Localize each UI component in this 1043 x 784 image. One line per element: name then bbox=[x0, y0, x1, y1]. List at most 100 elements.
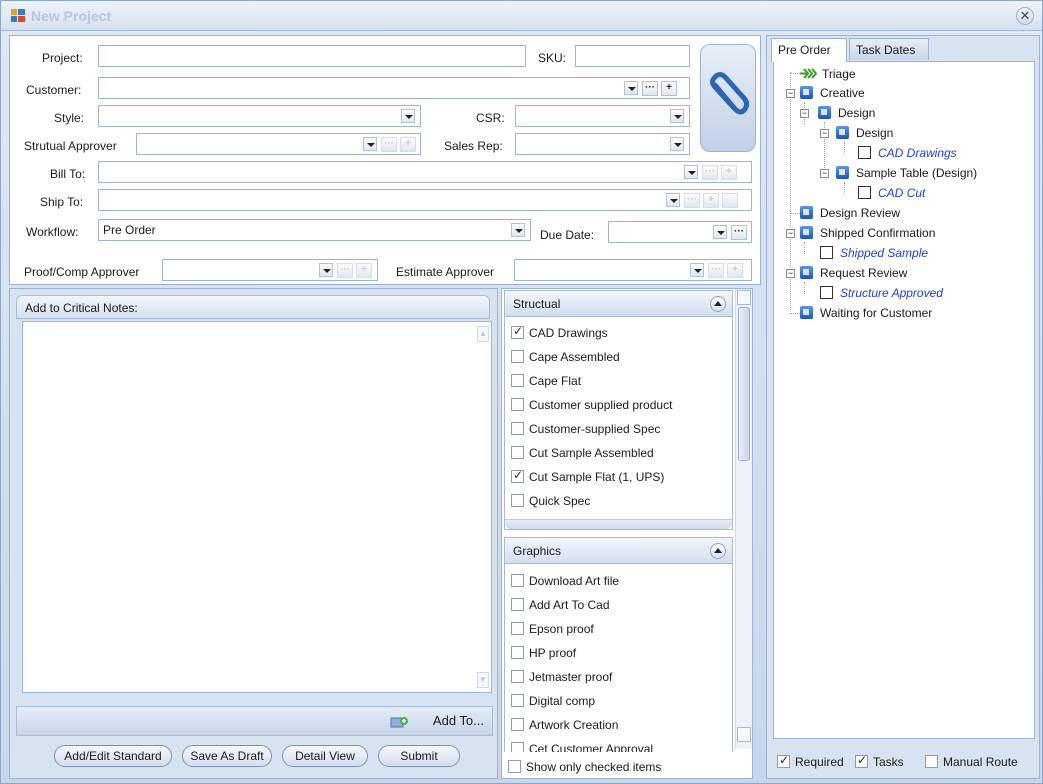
project-label: Project: bbox=[42, 51, 83, 65]
checkbox-icon bbox=[508, 760, 521, 773]
add-to-button[interactable]: Add To... bbox=[433, 713, 484, 728]
structural-approver-dropdown-icon[interactable] bbox=[363, 137, 377, 151]
ship-to-browse-button[interactable]: ··· bbox=[684, 193, 700, 208]
customer-label: Customer: bbox=[26, 83, 82, 97]
due-date-dropdown-icon[interactable] bbox=[713, 225, 727, 239]
estimate-approver-add-button[interactable]: + bbox=[727, 263, 743, 278]
close-button[interactable]: ✕ bbox=[1016, 7, 1034, 25]
due-date-picker[interactable]: ··· bbox=[608, 221, 752, 243]
estimate-approver-browse-button[interactable]: ··· bbox=[708, 263, 724, 278]
collapse-toggle-icon[interactable]: − bbox=[786, 229, 795, 238]
tab-task-dates[interactable]: Task Dates bbox=[849, 38, 929, 60]
proof-approver-dropdown-icon[interactable] bbox=[319, 263, 333, 277]
style-label: Style: bbox=[54, 111, 85, 125]
structure-approved-label: Structure Approved bbox=[840, 286, 943, 300]
checkbox-icon bbox=[511, 742, 524, 752]
checklist-scrollbar[interactable] bbox=[735, 289, 752, 749]
design-review-label: Design Review bbox=[820, 206, 901, 220]
checkbox-icon bbox=[855, 753, 868, 768]
project-form: Project: SKU: Customer: ··· + Style: CSR… bbox=[9, 35, 761, 285]
style-select[interactable] bbox=[98, 105, 421, 127]
collapse-toggle-icon[interactable]: − bbox=[800, 109, 809, 118]
tasks-label: Tasks bbox=[873, 755, 904, 769]
customer-select[interactable]: ··· + bbox=[98, 77, 690, 99]
scrollbar-thumb[interactable] bbox=[738, 307, 750, 461]
sales-rep-label: Sales Rep: bbox=[444, 139, 503, 153]
scroll-down-icon[interactable]: ▼ bbox=[477, 672, 489, 688]
triage-label: Triage bbox=[822, 67, 856, 81]
checkbox-icon[interactable] bbox=[820, 246, 833, 259]
proof-approver-select[interactable]: ··· + bbox=[162, 259, 378, 281]
save-as-draft-button[interactable]: Save As Draft bbox=[182, 745, 272, 767]
estimate-approver-dropdown-icon[interactable] bbox=[690, 263, 704, 277]
route-arrow-icon bbox=[800, 68, 818, 79]
tab-pre-order[interactable]: Pre Order bbox=[771, 38, 847, 62]
checkbox-icon bbox=[511, 350, 524, 363]
scroll-up-icon[interactable] bbox=[737, 290, 751, 305]
collapse-toggle-icon[interactable]: − bbox=[786, 269, 795, 278]
checklist-panel: Structual CAD Drawings Cape Assembled Cape… bbox=[501, 288, 753, 779]
checkbox-icon bbox=[511, 494, 524, 507]
sales-rep-dropdown-icon[interactable] bbox=[670, 137, 684, 151]
structural-approver-browse-button[interactable]: ··· bbox=[381, 137, 397, 152]
critical-notes-textarea[interactable]: ▲ ▼ bbox=[22, 321, 492, 693]
bill-to-browse-button[interactable]: ··· bbox=[702, 165, 718, 180]
style-dropdown-icon[interactable] bbox=[401, 109, 415, 123]
tree-connector bbox=[790, 73, 800, 74]
checklist-item-label: HP proof bbox=[529, 646, 577, 660]
customer-add-button[interactable]: + bbox=[661, 81, 677, 96]
estimate-approver-select[interactable]: ··· + bbox=[514, 259, 752, 281]
workflow-select[interactable]: Pre Order bbox=[98, 219, 531, 241]
customer-dropdown-icon[interactable] bbox=[624, 81, 638, 95]
checkbox-icon[interactable] bbox=[820, 286, 833, 299]
sku-input[interactable] bbox=[575, 45, 690, 67]
tree-options: Required Tasks Manual Route bbox=[773, 750, 1035, 774]
customer-browse-button[interactable]: ··· bbox=[642, 81, 658, 96]
checkbox-icon bbox=[511, 468, 524, 483]
checkbox-icon[interactable] bbox=[858, 146, 871, 159]
checklist-item-label: Download Art file bbox=[529, 574, 620, 588]
request-review-label: Request Review bbox=[820, 266, 908, 280]
checklist-item-label: Customer supplied product bbox=[529, 398, 673, 412]
required-label: Required bbox=[795, 755, 844, 769]
ship-to-label: Ship To: bbox=[40, 195, 84, 209]
checkbox-icon bbox=[511, 374, 524, 387]
detail-view-button[interactable]: Detail View bbox=[282, 745, 368, 767]
cad-drawings-label: CAD Drawings bbox=[878, 146, 957, 160]
workflow-dropdown-icon[interactable] bbox=[511, 223, 525, 237]
add-edit-standard-button[interactable]: Add/Edit Standard bbox=[54, 745, 172, 767]
structural-approver-add-button[interactable]: + bbox=[400, 137, 416, 152]
collapse-toggle-icon[interactable]: − bbox=[820, 169, 829, 178]
checklist-item-label: Quick Spec bbox=[529, 494, 591, 508]
structural-approver-select[interactable]: ··· + bbox=[136, 133, 421, 155]
ship-to-add-button[interactable]: + bbox=[703, 193, 719, 208]
proof-approver-add-button[interactable]: + bbox=[356, 263, 372, 278]
task-icon bbox=[800, 306, 813, 319]
graphics-group: Graphics Download Art file Add Art To Cad… bbox=[504, 537, 733, 752]
collapse-icon[interactable] bbox=[710, 296, 726, 312]
sales-rep-select[interactable] bbox=[515, 133, 690, 155]
csr-dropdown-icon[interactable] bbox=[670, 109, 684, 123]
ship-to-map-icon[interactable] bbox=[722, 193, 738, 208]
ship-to-select[interactable]: ··· + bbox=[98, 189, 752, 211]
ship-to-dropdown-icon[interactable] bbox=[666, 193, 680, 207]
bill-to-add-button[interactable]: + bbox=[721, 165, 737, 180]
scroll-up-icon[interactable]: ▲ bbox=[477, 326, 489, 342]
checkbox-icon[interactable] bbox=[858, 186, 871, 199]
notes-scrollbar[interactable]: ▲ ▼ bbox=[477, 326, 489, 688]
bill-to-select[interactable]: ··· + bbox=[98, 161, 752, 183]
bill-to-dropdown-icon[interactable] bbox=[684, 165, 698, 179]
submit-button[interactable]: Submit bbox=[378, 745, 460, 767]
task-icon bbox=[800, 226, 813, 239]
project-input[interactable] bbox=[98, 45, 526, 67]
csr-select[interactable] bbox=[515, 105, 690, 127]
checkbox-icon bbox=[511, 598, 524, 611]
collapse-toggle-icon[interactable]: − bbox=[820, 129, 829, 138]
proof-approver-browse-button[interactable]: ··· bbox=[337, 263, 353, 278]
collapse-toggle-icon[interactable]: − bbox=[786, 89, 795, 98]
checklist-item-label: Epson proof bbox=[529, 622, 594, 636]
scroll-down-icon[interactable] bbox=[737, 727, 751, 742]
due-date-browse-button[interactable]: ··· bbox=[731, 225, 747, 240]
attachments-button[interactable] bbox=[700, 44, 756, 152]
creative-label: Creative bbox=[820, 86, 865, 100]
